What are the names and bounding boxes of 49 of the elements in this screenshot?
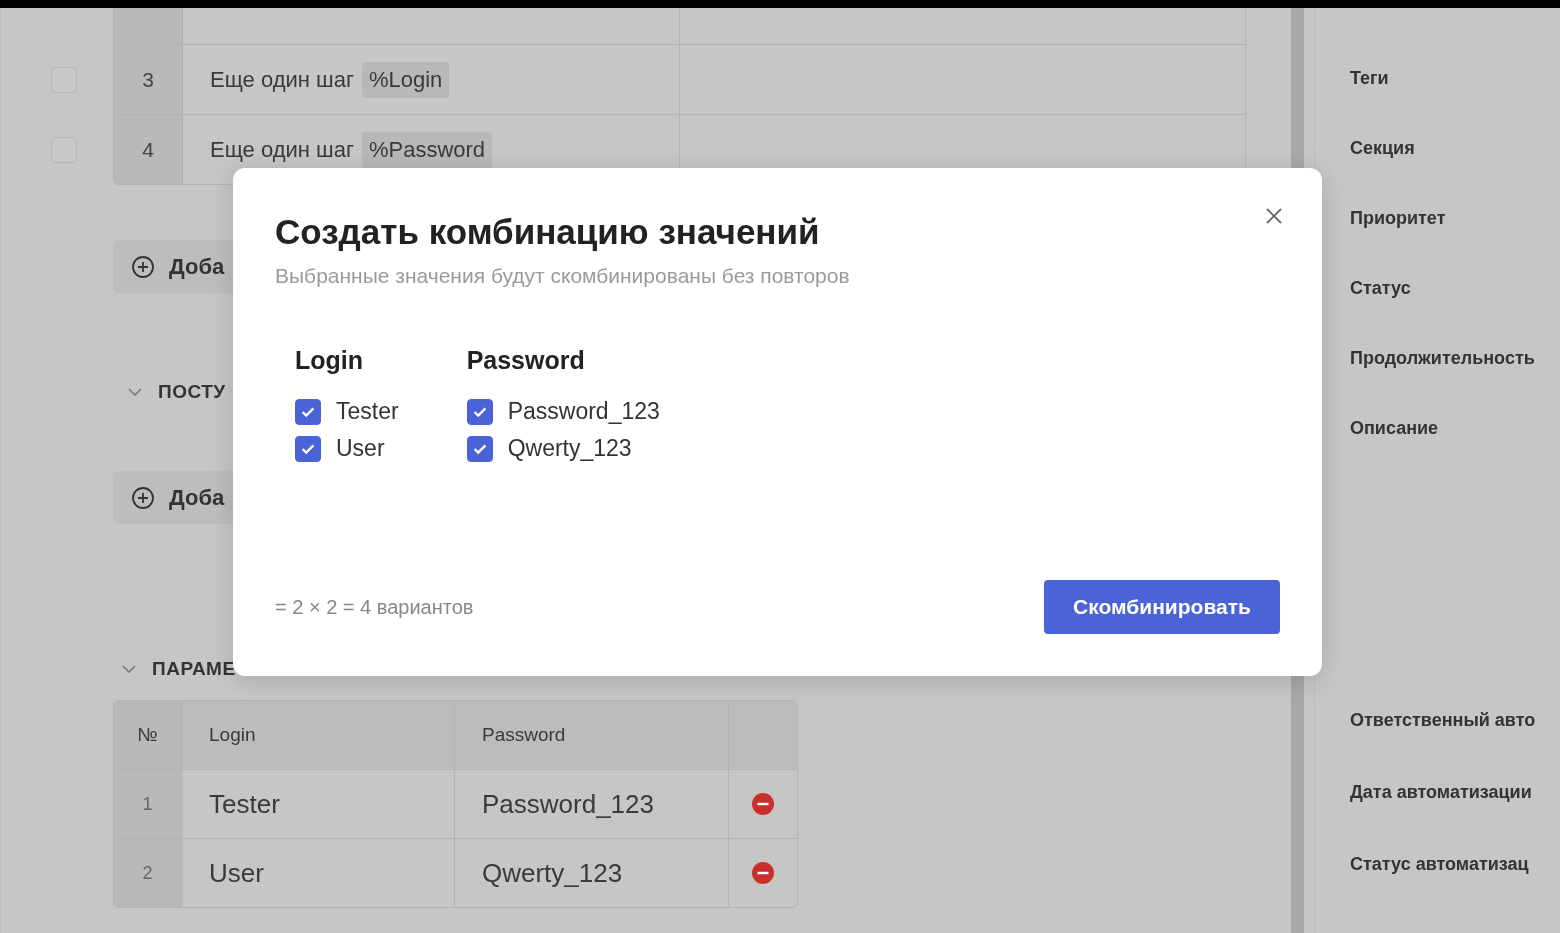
- checkbox[interactable]: [295, 398, 321, 425]
- section-title: ПОСТУ: [158, 381, 226, 403]
- field-label: Статус: [1350, 278, 1412, 300]
- step-number: 4: [114, 115, 183, 184]
- field-label: Теги: [1350, 68, 1390, 90]
- field-label: Приоритет: [1350, 208, 1447, 230]
- group-title: Login: [295, 346, 365, 375]
- field-label: Дата автоматизации: [1350, 782, 1533, 804]
- close-icon[interactable]: [1266, 208, 1282, 224]
- dialog-subtitle: Выбранные значения будут скомбинированы без повторов: [275, 264, 851, 288]
- group-title: Password: [466, 346, 586, 375]
- step-text: Еще один шаг: [210, 66, 354, 93]
- chevron-icon[interactable]: [128, 388, 142, 396]
- option-label: User: [336, 435, 385, 462]
- combine-button[interactable]: Скомбинировать: [1044, 580, 1280, 634]
- add-button[interactable]: Доба: [113, 471, 235, 524]
- field-label: Статус автоматизац: [1350, 854, 1530, 876]
- row-number: 1: [114, 770, 182, 838]
- field-label: Секция: [1350, 138, 1416, 160]
- option-label: Qwerty_123: [507, 435, 632, 462]
- remove-icon[interactable]: [752, 862, 774, 884]
- plus-circle-icon: [131, 254, 155, 279]
- checkbox[interactable]: [466, 398, 493, 425]
- field-label: Описание: [1350, 418, 1440, 440]
- table-cell: Password_123: [455, 770, 729, 838]
- option-label: Tester: [336, 398, 399, 425]
- table-cell: User: [182, 839, 455, 907]
- step-text: Еще один шаг: [210, 136, 354, 163]
- parameter-tag: %Password: [361, 131, 493, 168]
- field-label: Продолжительность: [1350, 348, 1536, 370]
- add-button[interactable]: Доба: [113, 240, 235, 293]
- checkbox[interactable]: [466, 435, 493, 462]
- column-header: Login: [182, 701, 455, 769]
- row-number: 2: [114, 839, 182, 907]
- table-cell: Tester: [182, 770, 455, 838]
- formula-text: = 2 × 2 = 4 вариантов: [275, 595, 474, 619]
- parameter-tag: %Login: [361, 61, 450, 98]
- column-header: Password: [455, 701, 729, 769]
- option-label: Password_123: [507, 398, 660, 425]
- checkbox[interactable]: [295, 435, 321, 462]
- table-cell: Qwerty_123: [455, 839, 729, 907]
- column-header: №: [114, 701, 182, 769]
- remove-icon[interactable]: [752, 793, 774, 815]
- plus-circle-icon: [131, 485, 155, 510]
- dialog-title: Создать комбинацию значений: [275, 212, 820, 252]
- chevron-icon[interactable]: [122, 665, 136, 673]
- step-number: 3: [114, 45, 183, 114]
- section-title: ПАРАМЕ: [152, 658, 236, 680]
- field-label: Ответственный авто: [1350, 710, 1537, 732]
